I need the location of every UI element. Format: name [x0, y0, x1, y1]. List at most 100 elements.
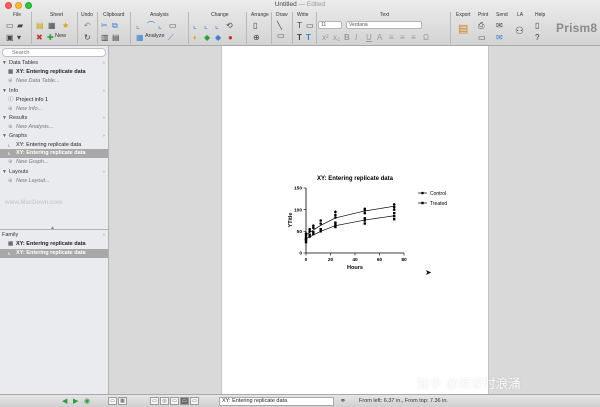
section-title: Graphs: [9, 133, 28, 139]
palette-icon[interactable]: ●: [228, 33, 233, 42]
change-axes-icon[interactable]: ⌞: [204, 21, 208, 30]
help-icon[interactable]: ?: [535, 33, 539, 42]
open-folder-icon[interactable]: ▰: [17, 21, 23, 30]
align-icon[interactable]: ▯: [253, 21, 257, 30]
italic-icon[interactable]: I: [355, 33, 357, 42]
curve-fit-icon[interactable]: ⌒: [147, 21, 155, 30]
paste-special-icon[interactable]: ▤: [112, 33, 120, 42]
new-sheet-plus-icon[interactable]: ✚: [47, 33, 54, 42]
sidebar-item-project-info[interactable]: ⓘ Project info 1: [6, 96, 107, 105]
la-icon[interactable]: ⚇: [515, 27, 524, 37]
section-layouts[interactable]: ▼ Layouts »: [2, 168, 107, 176]
draw-line-icon[interactable]: ╲: [277, 21, 282, 30]
align-left-icon[interactable]: ≡: [389, 33, 394, 42]
copy-icon[interactable]: ⧉: [112, 21, 118, 30]
draw-shape-icon[interactable]: ▭: [277, 31, 285, 40]
y-axis-label[interactable]: YTitle: [288, 213, 294, 228]
current-sheet-selector[interactable]: XY: Entering replicate data: [219, 397, 334, 406]
underline-icon[interactable]: U: [366, 33, 372, 42]
font-size-field[interactable]: 11: [318, 21, 342, 29]
xy-analysis-icon[interactable]: ⌞: [136, 21, 140, 30]
sheet-new-icon[interactable]: ▦: [48, 21, 56, 30]
view-grid-icon[interactable]: ▦: [118, 397, 127, 405]
color-scheme-icon[interactable]: ◐: [193, 33, 198, 42]
item-label: New Analysis...: [16, 124, 54, 130]
data-point-control: [304, 232, 308, 235]
save-icon[interactable]: ▣: [6, 33, 14, 42]
section-title: Results: [9, 115, 28, 121]
chart-title[interactable]: XY: Entering replicate data: [317, 176, 394, 182]
search-input[interactable]: [2, 48, 106, 57]
font-name-field[interactable]: Verdana: [346, 21, 422, 29]
change-dropdown-icon[interactable]: ⟲: [226, 21, 233, 30]
sheet-folder-icon[interactable]: ▤: [36, 21, 44, 30]
section-graphs[interactable]: ▼ Graphs »: [2, 132, 107, 140]
transform-icon[interactable]: ⌞: [158, 21, 162, 30]
analyze-button[interactable]: Analyze: [145, 33, 165, 39]
zoom-page-icon[interactable]: ▭: [170, 397, 179, 405]
zoom-out-icon[interactable]: ▭: [150, 397, 159, 405]
next-sheet-icon[interactable]: ▶: [73, 397, 78, 406]
delete-sheet-icon[interactable]: ✖: [36, 33, 43, 42]
chart-axes[interactable]: 0 20 40 60 80 0 50 100 150: [294, 186, 407, 263]
print-icon[interactable]: ⎙: [478, 21, 484, 30]
sidebar-item-new-graph[interactable]: ⊕ New Graph...: [6, 158, 107, 167]
legend-label: Control: [430, 191, 446, 197]
undo-icon[interactable]: ↶: [84, 21, 91, 30]
view-single-icon[interactable]: ▭: [108, 397, 117, 405]
symbol-icon[interactable]: Ω: [423, 33, 429, 42]
paste-icon[interactable]: ▥: [101, 33, 109, 42]
fill-color-icon[interactable]: ◆: [204, 33, 210, 42]
change-graph-type-icon[interactable]: ⌞: [193, 21, 197, 30]
align-center-icon[interactable]: ≡: [400, 33, 405, 42]
sidebar-item-new-data-table[interactable]: ⊕ New Data Table...: [6, 77, 107, 86]
cut-icon[interactable]: ✂: [101, 21, 108, 30]
save-dropdown-icon[interactable]: ▾: [17, 33, 21, 42]
line-color-icon[interactable]: ◆: [215, 33, 221, 42]
zoom-in-icon[interactable]: ▭: [190, 397, 199, 405]
section-info[interactable]: ▼ Info »: [2, 87, 107, 95]
text-link-icon[interactable]: T: [306, 33, 311, 42]
stats-icon[interactable]: ▭: [169, 21, 177, 30]
sidebar-item-new-info[interactable]: ⊕ New Info...: [6, 105, 107, 114]
print-dropdown-icon[interactable]: ▭: [478, 33, 486, 42]
zoom-fit-icon[interactable]: ◎: [160, 397, 169, 405]
graph-page[interactable]: XY: Entering replicate data 0 20 40 60 80 0 50…: [221, 46, 489, 394]
section-results[interactable]: ▼ Results »: [2, 114, 107, 122]
zoom-selected-icon[interactable]: ▭: [180, 397, 189, 405]
sidebar-item-data-table[interactable]: ▦ XY: Entering replicate data: [6, 68, 107, 77]
text-insert-icon[interactable]: T: [297, 33, 302, 42]
bold-icon[interactable]: B: [344, 33, 350, 42]
align-right-icon[interactable]: ≡: [411, 33, 416, 42]
change-symbols-icon[interactable]: ⌞: [215, 21, 219, 30]
family-item-data-table[interactable]: ▦ XY: Entering replicate data: [6, 240, 107, 249]
x-axis-label[interactable]: Hours: [347, 265, 363, 271]
new-project-icon[interactable]: ▭: [6, 21, 14, 30]
sidebar-item-graph-2[interactable]: ⌞ XY: Entering replicate data: [0, 149, 108, 158]
sidebar-item-new-layout[interactable]: ⊕ New Layout...: [6, 177, 107, 186]
navigator-menu-icon[interactable]: ◉: [84, 397, 90, 406]
sheet-star-icon[interactable]: ★: [62, 21, 69, 30]
text-box-icon[interactable]: ▭: [306, 21, 314, 30]
arrange-dropdown-icon[interactable]: ⊕: [253, 33, 260, 42]
family-item-graph[interactable]: ⌞ XY: Entering replicate data: [0, 249, 108, 258]
subscript-icon[interactable]: x₂: [333, 33, 340, 42]
text-color-icon[interactable]: A: [377, 33, 382, 42]
share-icon[interactable]: ✉: [496, 33, 503, 42]
item-label: XY: Entering replicate data: [16, 69, 86, 75]
sheet-link-icon[interactable]: ⚭: [340, 397, 346, 406]
help-book-icon[interactable]: ▯: [535, 21, 539, 30]
superscript-icon[interactable]: x²: [322, 33, 329, 42]
text-tool-icon[interactable]: T: [297, 21, 302, 30]
sidebar-item-new-analysis[interactable]: ⊕ New Analysis...: [6, 123, 107, 132]
chart-legend[interactable]: Control Treated: [418, 191, 447, 207]
export-icon[interactable]: ▤: [458, 24, 468, 35]
section-data-tables[interactable]: ▼ Data Tables »: [2, 59, 107, 67]
redo-icon[interactable]: ↻: [84, 33, 91, 42]
new-sheet-button[interactable]: New: [55, 33, 66, 39]
analysis-wand-icon[interactable]: ⟋: [168, 33, 174, 42]
send-icon[interactable]: ✉: [496, 21, 503, 30]
analyze-icon[interactable]: ▦: [136, 33, 144, 42]
previous-sheet-icon[interactable]: ◀: [62, 397, 67, 406]
xy-graph[interactable]: XY: Entering replicate data 0 20 40 60 80 0 50…: [222, 46, 490, 394]
